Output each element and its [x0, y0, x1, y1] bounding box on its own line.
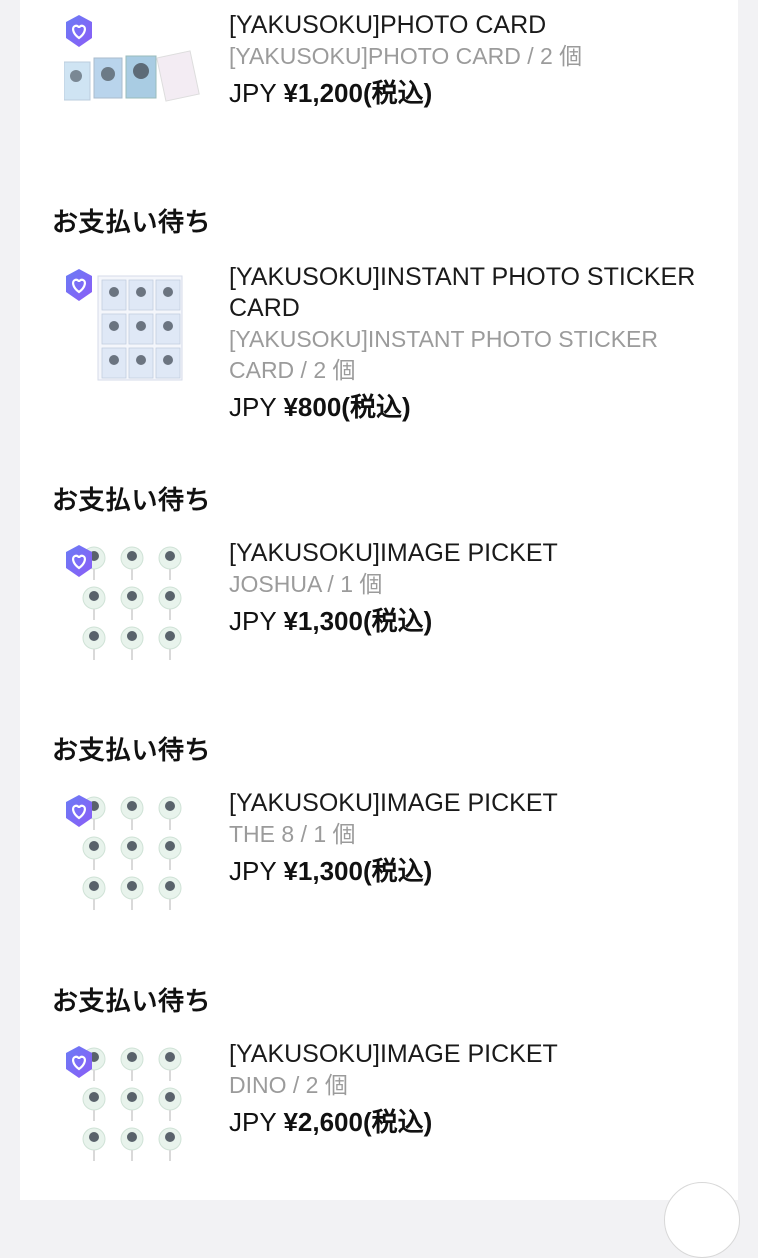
currency-prefix: JPY — [229, 392, 277, 422]
product-info: [YAKUSOKU]INSTANT PHOTO STICKER CARD [YA… — [229, 262, 709, 425]
price-amount: ¥2,600(税込) — [283, 1107, 433, 1137]
order-list-panel: [YAKUSOKU]PHOTO CARD [YAKUSOKU]PHOTO CAR… — [20, 0, 738, 1200]
currency-prefix: JPY — [229, 78, 277, 108]
product-price: JPY ¥800(税込) — [229, 389, 709, 425]
scroll-top-button[interactable] — [664, 1182, 740, 1258]
shield-heart-icon — [66, 269, 92, 301]
product-thumbnail[interactable] — [63, 14, 200, 134]
product-option: JOSHUA / 1 個 — [229, 571, 383, 597]
product-price: JPY ¥1,300(税込) — [229, 853, 709, 889]
payment-status: お支払い待ち — [52, 485, 212, 515]
product-price: JPY ¥2,600(税込) — [229, 1104, 709, 1140]
price-amount: ¥1,200(税込) — [283, 78, 433, 108]
currency-prefix: JPY — [229, 606, 277, 636]
product-option: [YAKUSOKU]INSTANT PHOTO STICKER CARD / 2… — [229, 326, 658, 383]
shield-heart-icon — [66, 795, 92, 827]
product-name[interactable]: [YAKUSOKU]INSTANT PHOTO STICKER CARD — [229, 262, 699, 324]
product-thumbnail[interactable] — [64, 544, 200, 664]
product-info: [YAKUSOKU]IMAGE PICKET THE 8 / 1 個 JPY ¥… — [229, 788, 709, 889]
shield-heart-icon — [66, 545, 92, 577]
product-price: JPY ¥1,200(税込) — [229, 75, 709, 111]
product-info: [YAKUSOKU]IMAGE PICKET DINO / 2 個 JPY ¥2… — [229, 1039, 709, 1140]
shield-heart-icon — [66, 15, 92, 47]
product-info: [YAKUSOKU]PHOTO CARD [YAKUSOKU]PHOTO CAR… — [229, 10, 709, 111]
product-thumbnail[interactable] — [64, 1045, 200, 1165]
payment-status: お支払い待ち — [52, 207, 212, 237]
price-amount: ¥1,300(税込) — [283, 856, 433, 886]
product-name[interactable]: [YAKUSOKU]IMAGE PICKET — [229, 538, 709, 569]
payment-status: お支払い待ち — [52, 986, 212, 1016]
product-option: DINO / 2 個 — [229, 1072, 348, 1098]
price-amount: ¥800(税込) — [283, 392, 411, 422]
product-info: [YAKUSOKU]IMAGE PICKET JOSHUA / 1 個 JPY … — [229, 538, 709, 639]
product-thumbnail[interactable] — [64, 794, 200, 914]
product-option: [YAKUSOKU]PHOTO CARD / 2 個 — [229, 43, 583, 69]
product-thumbnail[interactable] — [64, 268, 200, 388]
product-name[interactable]: [YAKUSOKU]IMAGE PICKET — [229, 1039, 709, 1070]
product-name[interactable]: [YAKUSOKU]PHOTO CARD — [229, 10, 709, 41]
price-amount: ¥1,300(税込) — [283, 606, 433, 636]
product-option: THE 8 / 1 個 — [229, 821, 356, 847]
shield-heart-icon — [66, 1046, 92, 1078]
product-name[interactable]: [YAKUSOKU]IMAGE PICKET — [229, 788, 709, 819]
currency-prefix: JPY — [229, 856, 277, 886]
currency-prefix: JPY — [229, 1107, 277, 1137]
product-price: JPY ¥1,300(税込) — [229, 603, 709, 639]
payment-status: お支払い待ち — [52, 735, 212, 765]
